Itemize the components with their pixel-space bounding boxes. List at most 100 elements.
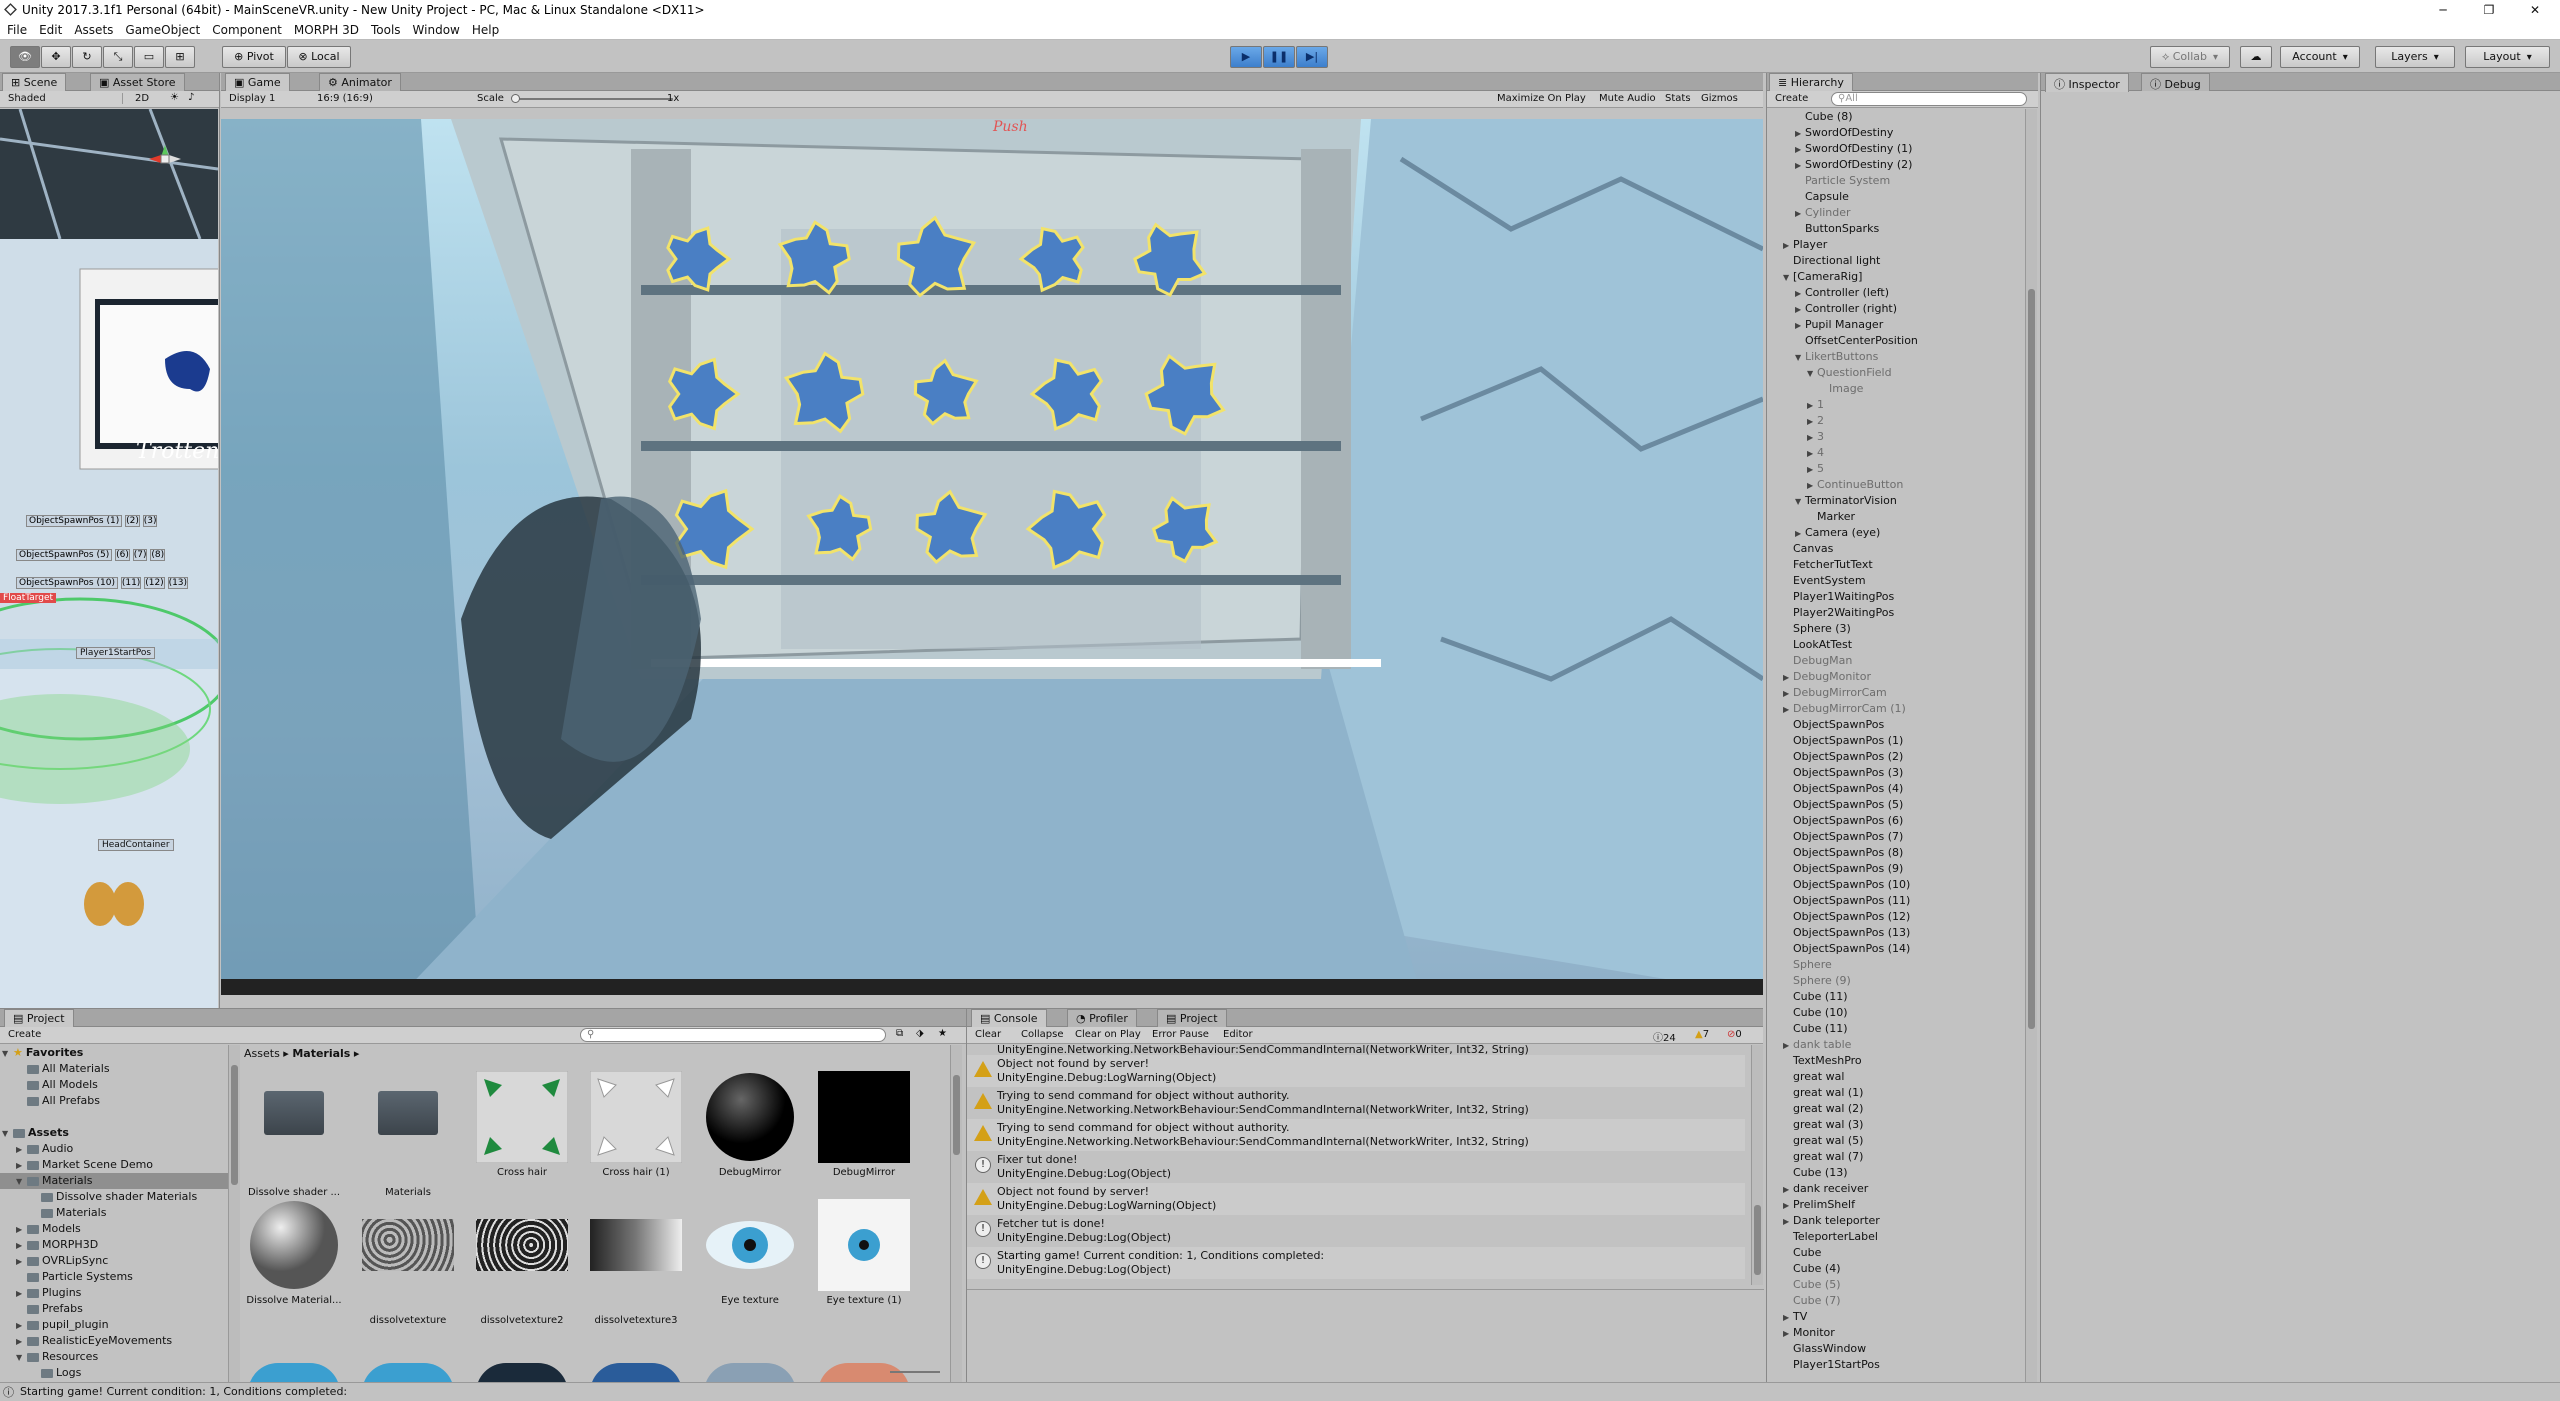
project-tree-item[interactable]: Dissolve shader Materials bbox=[0, 1189, 228, 1205]
expand-right-icon[interactable]: ▶ bbox=[1795, 286, 1805, 302]
tab-console[interactable]: ▤ Console bbox=[971, 1009, 1047, 1028]
hierarchy-item[interactable]: great wal (3) bbox=[1767, 1117, 2025, 1133]
hierarchy-item[interactable]: Player2WaitingPos bbox=[1767, 605, 2025, 621]
transform-tool-button[interactable]: ⊞ bbox=[165, 46, 195, 68]
hierarchy-create-dropdown[interactable]: Create bbox=[1775, 93, 1808, 104]
console-clear-on-play-button[interactable]: Clear on Play bbox=[1075, 1029, 1141, 1040]
console-entry[interactable]: ! Fetcher tut is done! UnityEngine.Debug:L… bbox=[967, 1215, 1745, 1247]
hierarchy-item[interactable]: Player1StartPos bbox=[1767, 1357, 2025, 1373]
hierarchy-item[interactable]: Cube (5) bbox=[1767, 1277, 2025, 1293]
project-tree-item[interactable]: Particle Systems bbox=[0, 1269, 228, 1285]
menu-edit[interactable]: Edit bbox=[32, 20, 67, 37]
console-entry[interactable]: Object not found by server! UnityEngine.D… bbox=[967, 1055, 1745, 1087]
hierarchy-item[interactable]: ObjectSpawnPos (3) bbox=[1767, 765, 2025, 781]
hierarchy-item[interactable]: ObjectSpawnPos (13) bbox=[1767, 925, 2025, 941]
console-collapse-button[interactable]: Collapse bbox=[1021, 1029, 1064, 1040]
asset-item-partial[interactable] bbox=[476, 1363, 568, 1383]
hierarchy-item[interactable]: Directional light bbox=[1767, 253, 2025, 269]
favorites-star-icon[interactable]: ★ bbox=[938, 1028, 947, 1039]
thumbnail-size-slider[interactable] bbox=[890, 1371, 940, 1373]
expand-right-icon[interactable]: ▶ bbox=[1783, 1214, 1793, 1230]
project-tree-item[interactable]: Prefabs bbox=[0, 1301, 228, 1317]
hierarchy-item[interactable]: ▶ SwordOfDestiny bbox=[1767, 125, 2025, 141]
hierarchy-item[interactable]: ▶ 5 bbox=[1767, 461, 2025, 477]
hierarchy-item[interactable]: ObjectSpawnPos (6) bbox=[1767, 813, 2025, 829]
breadcrumb-materials[interactable]: Materials bbox=[292, 1047, 350, 1060]
asset-item[interactable]: Eye texture (1) bbox=[814, 1199, 914, 1306]
status-message[interactable]: Starting game! Current condition: 1, Con… bbox=[20, 1385, 347, 1398]
shading-dropdown[interactable]: Shaded bbox=[8, 93, 123, 104]
pivot-toggle[interactable]: ⊕ Pivot bbox=[222, 46, 286, 68]
expand-right-icon[interactable]: ▶ bbox=[1783, 670, 1793, 686]
scale-slider[interactable] bbox=[511, 94, 673, 103]
project-tree-scroll-thumb[interactable] bbox=[231, 1065, 238, 1185]
asset-item[interactable]: DebugMirror bbox=[700, 1071, 800, 1178]
hierarchy-item[interactable]: TextMeshPro bbox=[1767, 1053, 2025, 1069]
maximize-on-play-toggle[interactable]: Maximize On Play bbox=[1497, 93, 1586, 104]
asset-item[interactable]: dissolvetexture2 bbox=[472, 1199, 572, 1326]
hierarchy-item[interactable]: Cube (13) bbox=[1767, 1165, 2025, 1181]
hierarchy-item[interactable]: ObjectSpawnPos (1) bbox=[1767, 733, 2025, 749]
hierarchy-item[interactable]: ButtonSparks bbox=[1767, 221, 2025, 237]
audio-icon[interactable]: ♪ bbox=[188, 92, 194, 103]
expand-down-icon[interactable]: ▼ bbox=[2, 1046, 12, 1062]
hierarchy-search[interactable]: ⚲All bbox=[1831, 92, 2027, 106]
asset-item-partial[interactable] bbox=[248, 1363, 340, 1383]
rotate-tool-button[interactable]: ↻ bbox=[72, 46, 102, 68]
hierarchy-item[interactable]: Image bbox=[1767, 381, 2025, 397]
console-entry[interactable]: Trying to send command for object withou… bbox=[967, 1087, 1745, 1119]
hierarchy-item[interactable]: ▶ Dank teleporter bbox=[1767, 1213, 2025, 1229]
project-tree-item[interactable]: ▶ Audio bbox=[0, 1141, 228, 1157]
pause-button[interactable]: ❚❚ bbox=[1263, 46, 1295, 68]
project-tree-item[interactable]: All Models bbox=[0, 1077, 228, 1093]
expand-down-icon[interactable]: ▼ bbox=[1795, 350, 1805, 366]
local-toggle[interactable]: ⊗ Local bbox=[287, 46, 351, 68]
hierarchy-item[interactable]: Particle System bbox=[1767, 173, 2025, 189]
hierarchy-item[interactable]: ▶ SwordOfDestiny (2) bbox=[1767, 157, 2025, 173]
close-button[interactable]: ✕ bbox=[2512, 0, 2558, 20]
hierarchy-item[interactable]: Cube bbox=[1767, 1245, 2025, 1261]
console-clear-button[interactable]: Clear bbox=[975, 1029, 1001, 1040]
expand-right-icon[interactable]: ▶ bbox=[1807, 462, 1817, 478]
hierarchy-item[interactable]: Cube (4) bbox=[1767, 1261, 2025, 1277]
expand-right-icon[interactable]: ▶ bbox=[1795, 526, 1805, 542]
asset-item[interactable]: dissolvetexture3 bbox=[586, 1199, 686, 1326]
hierarchy-item[interactable]: Marker bbox=[1767, 509, 2025, 525]
hierarchy-item[interactable]: great wal (2) bbox=[1767, 1101, 2025, 1117]
project-tree-item[interactable]: ▶ OVRLipSync bbox=[0, 1253, 228, 1269]
hierarchy-item[interactable]: ▶ DebugMonitor bbox=[1767, 669, 2025, 685]
hand-tool-button[interactable]: 👁 bbox=[10, 46, 40, 68]
hierarchy-item[interactable]: ▶ Pupil Manager bbox=[1767, 317, 2025, 333]
account-dropdown[interactable]: Account bbox=[2280, 46, 2360, 68]
tab-project[interactable]: ▤ Project bbox=[4, 1009, 74, 1028]
hierarchy-scrollbar[interactable] bbox=[2025, 109, 2037, 1382]
menu-component[interactable]: Component bbox=[205, 20, 287, 37]
console-error-count[interactable]: ⊘0 bbox=[1727, 1029, 1742, 1040]
asset-item[interactable]: Eye texture bbox=[700, 1199, 800, 1306]
hierarchy-item[interactable]: EventSystem bbox=[1767, 573, 2025, 589]
hierarchy-item[interactable]: Capsule bbox=[1767, 189, 2025, 205]
tab-hierarchy[interactable]: ≣ Hierarchy bbox=[1769, 73, 1853, 92]
asset-grid-scroll-thumb[interactable] bbox=[953, 1075, 960, 1155]
hierarchy-item[interactable]: ▼ TerminatorVision bbox=[1767, 493, 2025, 509]
asset-item[interactable]: Dissolve shader ... bbox=[244, 1071, 344, 1198]
project-tree-item[interactable]: ▼ ★ Favorites bbox=[0, 1045, 228, 1061]
console-scroll-thumb[interactable] bbox=[1754, 1205, 1761, 1275]
hierarchy-item[interactable]: ObjectSpawnPos (11) bbox=[1767, 893, 2025, 909]
layers-dropdown[interactable]: Layers bbox=[2375, 46, 2455, 68]
hierarchy-item[interactable]: GlassWindow bbox=[1767, 1341, 2025, 1357]
console-editor-dropdown[interactable]: Editor bbox=[1223, 1029, 1253, 1040]
cloud-button[interactable]: ☁ bbox=[2240, 46, 2272, 68]
asset-item-partial[interactable] bbox=[818, 1363, 910, 1383]
lighting-icon[interactable]: ☀ bbox=[170, 92, 179, 103]
layout-dropdown[interactable]: Layout bbox=[2465, 46, 2550, 68]
expand-right-icon[interactable]: ▶ bbox=[1795, 126, 1805, 142]
hierarchy-item[interactable]: ObjectSpawnPos (8) bbox=[1767, 845, 2025, 861]
console-scrollbar[interactable] bbox=[1751, 1045, 1763, 1285]
hierarchy-item[interactable]: great wal (1) bbox=[1767, 1085, 2025, 1101]
project-tree-item[interactable]: ▶ MORPH3D bbox=[0, 1237, 228, 1253]
expand-right-icon[interactable]: ▶ bbox=[16, 1222, 26, 1238]
asset-item[interactable]: Dissolve Material... bbox=[244, 1199, 344, 1306]
asset-item[interactable]: Cross hair (1) bbox=[586, 1071, 686, 1178]
expand-right-icon[interactable]: ▶ bbox=[1795, 318, 1805, 334]
